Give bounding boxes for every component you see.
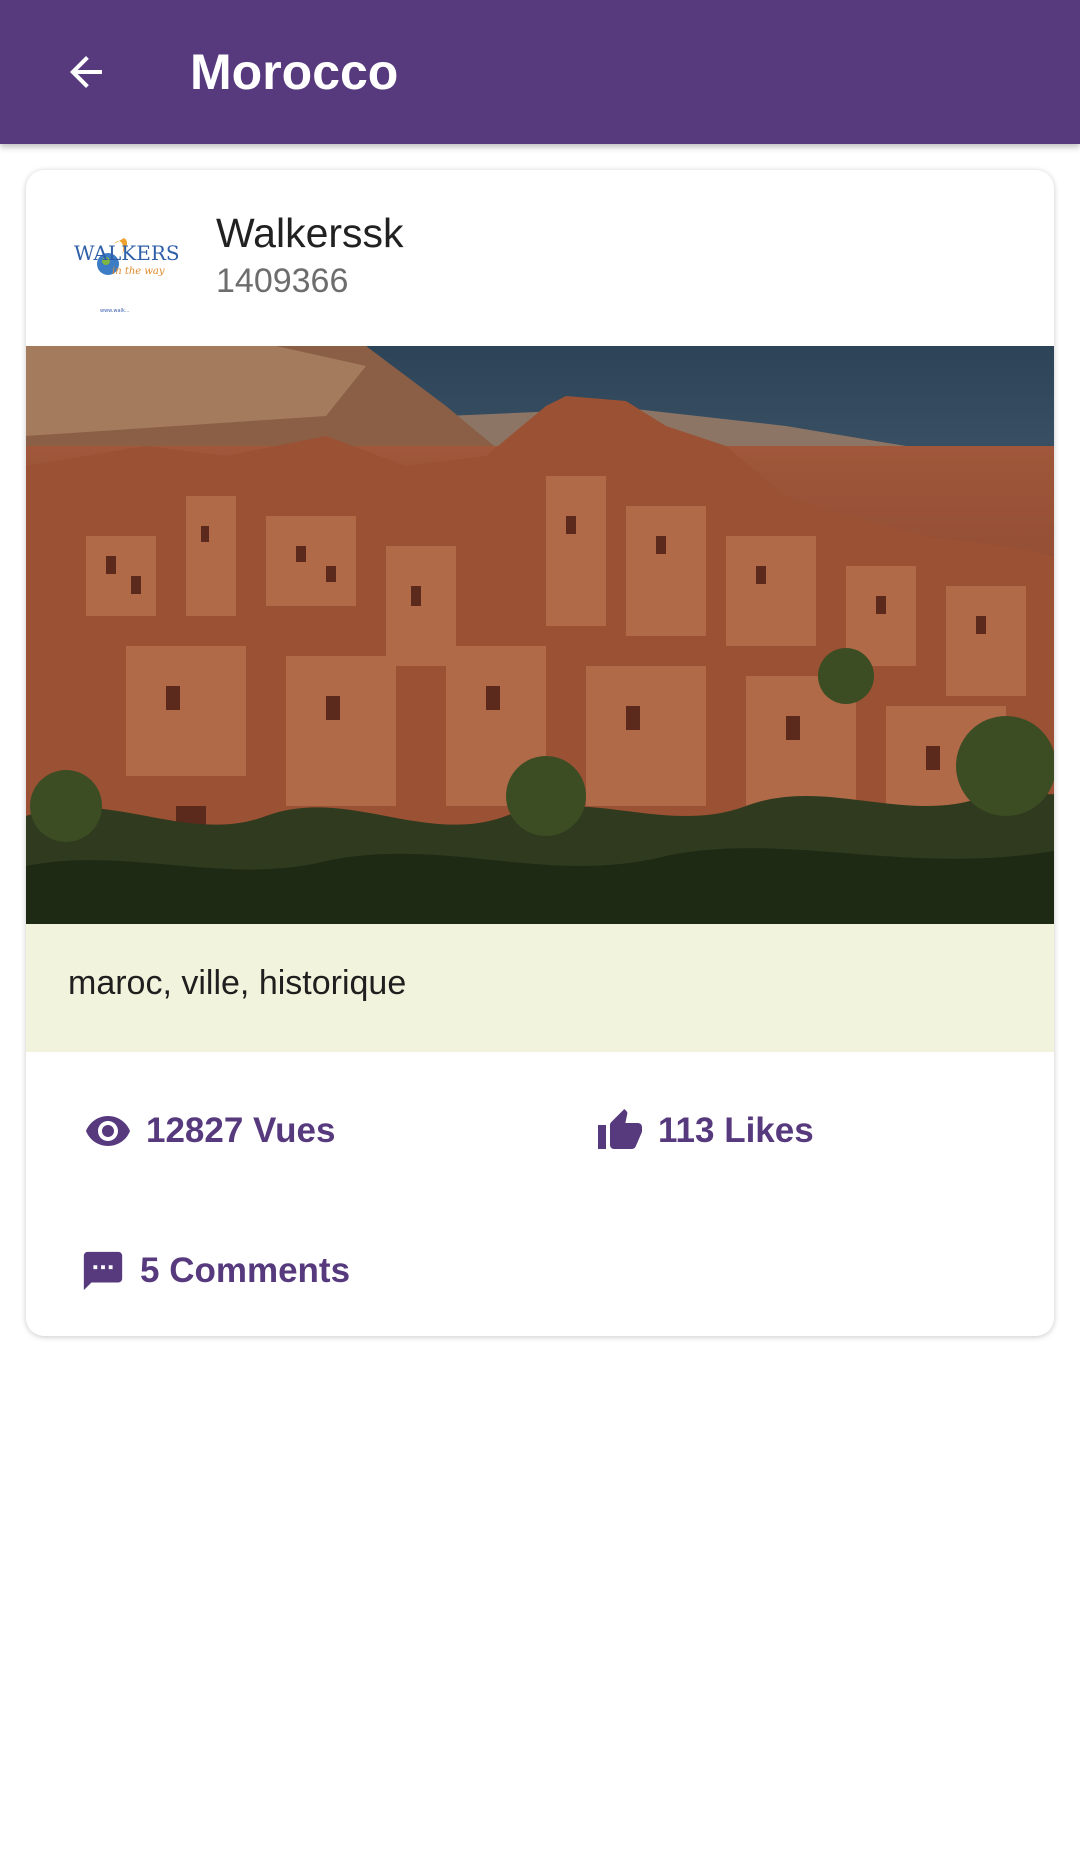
page-title: Morocco — [190, 44, 399, 100]
arrow-back-icon — [70, 56, 102, 88]
likes-stat[interactable]: 113 Likes — [596, 1096, 814, 1166]
kasbah-photo — [26, 346, 1054, 924]
views-count: 12827 Vues — [146, 1111, 336, 1150]
walkers-logo: WALKERS in the way www.walk... — [74, 238, 180, 314]
logo-tagline: in the way — [112, 266, 165, 277]
likes-count: 113 Likes — [658, 1111, 814, 1150]
author-name[interactable]: Walkerssk — [216, 210, 404, 257]
back-button[interactable] — [44, 30, 128, 114]
post-tags: maroc, ville, historique — [68, 964, 407, 1002]
comment-icon — [80, 1248, 126, 1294]
tags-bar: maroc, ville, historique — [26, 924, 1054, 1052]
eye-icon — [84, 1107, 132, 1155]
logo-wordmark: WALKERS — [74, 241, 180, 265]
app-bar: Morocco — [0, 0, 1080, 144]
thumb-up-icon — [596, 1107, 644, 1155]
logo-url: www.walk... — [100, 308, 130, 314]
post-header: WALKERS in the way www.walk... Walkerssk… — [26, 170, 1054, 346]
author-avatar[interactable]: WALKERS in the way www.walk... — [66, 216, 190, 326]
author-id: 1409366 — [216, 262, 349, 300]
post-card: WALKERS in the way www.walk... Walkerssk… — [26, 170, 1054, 1336]
comments-stat[interactable]: 5 Comments — [80, 1236, 350, 1306]
views-stat[interactable]: 12827 Vues — [84, 1096, 335, 1166]
post-photo[interactable] — [26, 346, 1054, 924]
comments-count: 5 Comments — [140, 1251, 351, 1290]
